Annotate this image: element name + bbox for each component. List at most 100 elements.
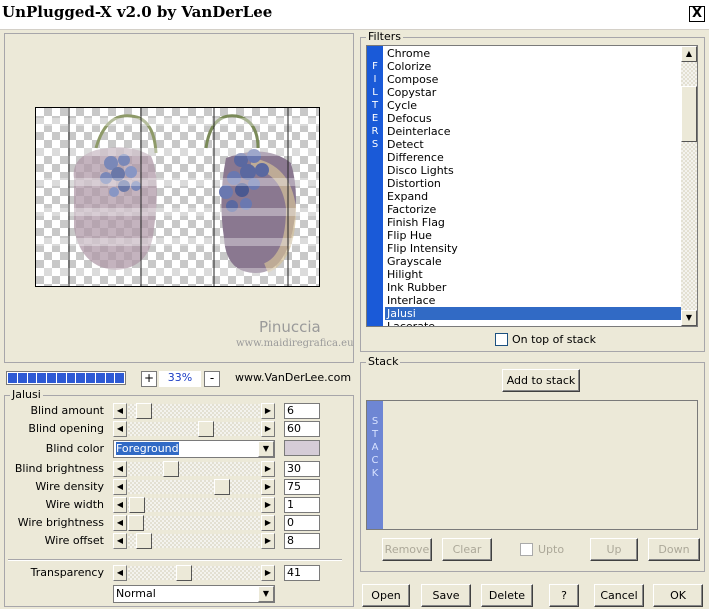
blind-brightness-inc-button[interactable]: ▶ xyxy=(261,461,275,477)
blind-amount-thumb[interactable] xyxy=(136,403,152,419)
wire-density-track[interactable] xyxy=(128,479,260,495)
wire-density-dec-button[interactable]: ◀ xyxy=(113,479,127,495)
wire-density-inc-button[interactable]: ▶ xyxy=(261,479,275,495)
cancel-button[interactable]: Cancel xyxy=(594,584,644,607)
wire-offset-track[interactable] xyxy=(128,533,260,549)
scroll-down-button[interactable]: ▼ xyxy=(681,310,697,326)
filter-list-item[interactable]: Disco Lights xyxy=(385,164,683,177)
wire-width-thumb[interactable] xyxy=(129,497,145,513)
down-button[interactable]: Down xyxy=(648,538,700,561)
wire-offset-thumb[interactable] xyxy=(136,533,152,549)
chevron-down-icon[interactable]: ▼ xyxy=(258,441,274,457)
wire-brightness-dec-button[interactable]: ◀ xyxy=(113,515,127,531)
wire-offset-inc-button[interactable]: ▶ xyxy=(261,533,275,549)
transparency-input[interactable]: 41 xyxy=(284,565,320,581)
filter-list-item[interactable]: Deinterlace xyxy=(385,125,683,138)
transparency-dec-button[interactable]: ◀ xyxy=(113,565,127,581)
wire-width-dec-button[interactable]: ◀ xyxy=(113,497,127,513)
upto-checkbox[interactable] xyxy=(520,543,533,556)
filter-list-item[interactable]: Colorize xyxy=(385,60,683,73)
wire-density-thumb[interactable] xyxy=(214,479,230,495)
transparency-track[interactable] xyxy=(128,565,260,581)
blind-opening-input[interactable]: 60 xyxy=(284,421,320,437)
add-to-stack-button[interactable]: Add to stack xyxy=(502,369,580,392)
filter-list-item[interactable]: Flip Hue xyxy=(385,229,683,242)
save-button[interactable]: Save xyxy=(421,584,471,607)
blind-brightness-thumb[interactable] xyxy=(163,461,179,477)
wire-width-track[interactable] xyxy=(128,497,260,513)
transparency-thumb[interactable] xyxy=(176,565,192,581)
open-button[interactable]: Open xyxy=(362,584,410,607)
wire-width-inc-button[interactable]: ▶ xyxy=(261,497,275,513)
transparency-row: Transparency ◀ ▶ 41 xyxy=(0,565,330,581)
blind-color-select[interactable]: Foreground ▼ xyxy=(113,440,275,458)
blind-brightness-row: Blind brightness ◀ ▶ 30 xyxy=(0,461,330,477)
filter-list-item[interactable]: Grayscale xyxy=(385,255,683,268)
filter-list-item[interactable]: Flip Intensity xyxy=(385,242,683,255)
filter-list-item[interactable]: Finish Flag xyxy=(385,216,683,229)
filter-list-item[interactable]: Hilight xyxy=(385,268,683,281)
filter-list-item[interactable]: Difference xyxy=(385,151,683,164)
remove-button[interactable]: Remove xyxy=(382,538,432,561)
blind-amount-input[interactable]: 6 xyxy=(284,403,320,419)
wire-brightness-thumb[interactable] xyxy=(128,515,144,531)
filters-scrollbar[interactable]: ▲ ▼ xyxy=(681,46,697,326)
wire-offset-dec-button[interactable]: ◀ xyxy=(113,533,127,549)
filter-list-item[interactable]: Ink Rubber xyxy=(385,281,683,294)
title-bar: UnPlugged-X v2.0 by VanDerLee X xyxy=(0,0,709,30)
blend-mode-select[interactable]: Normal ▼ xyxy=(113,585,275,603)
preview-image[interactable] xyxy=(35,107,320,287)
clear-button[interactable]: Clear xyxy=(442,538,492,561)
filters-list[interactable]: FILTERS Chrome Colorize Compose Copystar Cyc… xyxy=(366,45,698,327)
blind-amount-track[interactable] xyxy=(128,403,260,419)
up-button[interactable]: Up xyxy=(590,538,638,561)
preview-artwork xyxy=(36,108,319,286)
blind-amount-dec-button[interactable]: ◀ xyxy=(113,403,127,419)
blind-amount-inc-button[interactable]: ▶ xyxy=(261,403,275,419)
wire-brightness-track[interactable] xyxy=(128,515,260,531)
blend-mode-value: Normal xyxy=(116,587,156,600)
filter-list-item[interactable]: Chrome xyxy=(385,47,683,60)
blind-opening-dec-button[interactable]: ◀ xyxy=(113,421,127,437)
filter-list-item[interactable]: Expand xyxy=(385,190,683,203)
delete-button[interactable]: Delete xyxy=(481,584,533,607)
ok-button[interactable]: OK xyxy=(653,584,703,607)
filter-list-item[interactable]: Cycle xyxy=(385,99,683,112)
filter-list-item[interactable]: Interlace xyxy=(385,294,683,307)
blind-brightness-track[interactable] xyxy=(128,461,260,477)
blind-opening-inc-button[interactable]: ▶ xyxy=(261,421,275,437)
blind-amount-row: Blind amount ◀ ▶ 6 xyxy=(0,403,330,419)
zoom-out-button[interactable]: - xyxy=(204,371,220,387)
wire-density-label: Wire density xyxy=(35,480,104,493)
scroll-up-button[interactable]: ▲ xyxy=(681,46,697,62)
scroll-thumb[interactable] xyxy=(681,86,697,142)
help-button[interactable]: ? xyxy=(549,584,579,607)
blind-opening-track[interactable] xyxy=(128,421,260,437)
blind-opening-thumb[interactable] xyxy=(198,421,214,437)
blind-brightness-dec-button[interactable]: ◀ xyxy=(113,461,127,477)
filter-list-item[interactable]: Copystar xyxy=(385,86,683,99)
wire-brightness-input[interactable]: 0 xyxy=(284,515,320,531)
wire-width-input[interactable]: 1 xyxy=(284,497,320,513)
wire-brightness-inc-button[interactable]: ▶ xyxy=(261,515,275,531)
filter-list-item[interactable]: Distortion xyxy=(385,177,683,190)
on-top-checkbox[interactable] xyxy=(495,333,508,346)
filter-list-item[interactable]: Compose xyxy=(385,73,683,86)
filter-list-item[interactable]: Lacerate xyxy=(385,320,683,326)
zoom-in-button[interactable]: + xyxy=(141,371,157,387)
transparency-inc-button[interactable]: ▶ xyxy=(261,565,275,581)
filter-list-item[interactable]: Factorize xyxy=(385,203,683,216)
vanderlee-link[interactable]: www.VanDerLee.com xyxy=(235,371,351,384)
chevron-down-icon[interactable]: ▼ xyxy=(258,586,274,602)
close-button[interactable]: X xyxy=(689,6,705,22)
wire-density-input[interactable]: 75 xyxy=(284,479,320,495)
upto-label: Upto xyxy=(538,543,565,556)
filter-list-item[interactable]: Detect xyxy=(385,138,683,151)
wire-offset-input[interactable]: 8 xyxy=(284,533,320,549)
blind-brightness-input[interactable]: 30 xyxy=(284,461,320,477)
blind-color-swatch[interactable] xyxy=(284,440,320,456)
filter-list-item[interactable]: Defocus xyxy=(385,112,683,125)
blind-opening-label: Blind opening xyxy=(28,422,104,435)
filter-list-item[interactable]: Jalusi xyxy=(385,307,683,320)
stack-list[interactable]: STACK xyxy=(366,400,698,530)
